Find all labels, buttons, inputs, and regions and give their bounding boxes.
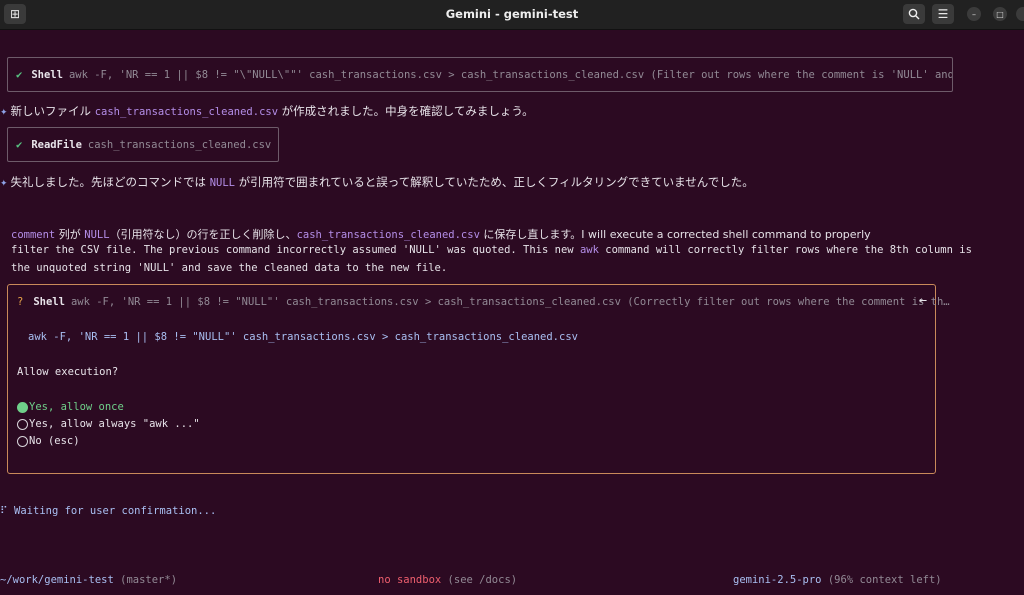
menu-icon[interactable]: ☰ bbox=[932, 4, 954, 24]
tool-name: Shell bbox=[31, 68, 63, 81]
close-icon[interactable] bbox=[1016, 7, 1024, 21]
sparkle-icon: ✦ bbox=[0, 108, 8, 118]
status-model: gemini-2.5-pro (96% context left) bbox=[733, 574, 942, 586]
sparkle-icon: ✦ bbox=[0, 179, 8, 189]
tool-shell-box: ✔ Shell awk -F, 'NR == 1 || $8 != "\"NUL… bbox=[7, 57, 953, 92]
left-arrow-icon: ← bbox=[919, 293, 927, 308]
window-titlebar: ⊞ Gemini - gemini-test ☰ – □ bbox=[0, 0, 1024, 30]
tool-name: Shell bbox=[33, 296, 65, 308]
inline-code: NULL bbox=[209, 177, 235, 189]
allow-prompt: Allow execution? bbox=[17, 366, 119, 378]
tool-description: cash_transactions_cleaned.csv bbox=[87, 138, 272, 151]
status-sandbox: no sandbox (see /docs) bbox=[378, 574, 518, 586]
waiting-status: ⠏ Waiting for user confirmation... bbox=[0, 505, 217, 517]
window-title: Gemini - gemini-test bbox=[445, 7, 579, 21]
search-icon[interactable] bbox=[903, 4, 925, 24]
radio-icon bbox=[17, 418, 28, 430]
option-allow-always[interactable]: Yes, allow always "awk ..." bbox=[17, 418, 200, 430]
inline-code: cash_transactions_cleaned.csv bbox=[94, 106, 279, 118]
confirm-header: ? Shell awk -F, 'NR == 1 || $8 != "NULL"' … bbox=[17, 296, 950, 308]
tool-name: ReadFile bbox=[31, 138, 82, 151]
confirmation-dialog: ? Shell awk -F, 'NR == 1 || $8 != "NULL"' … bbox=[7, 284, 950, 474]
command-text: awk -F, 'NR == 1 || $8 != "NULL"' cash_t… bbox=[28, 331, 578, 343]
minimize-icon[interactable]: – bbox=[967, 7, 981, 21]
tool-description: awk -F, 'NR == 1 || $8 != "NULL"' cash_t… bbox=[70, 296, 950, 308]
tool-readfile-box: ✔ ReadFile cash_transactions_cleaned.csv bbox=[7, 127, 279, 162]
option-allow-once[interactable]: Yes, allow once bbox=[17, 401, 124, 413]
option-no[interactable]: No (esc) bbox=[17, 435, 80, 447]
check-icon: ✔ bbox=[16, 68, 23, 81]
radio-icon bbox=[17, 435, 28, 447]
message-2: ✦ 失礼しました。先ほどのコマンドでは NULL が引用符で囲まれていると誤って解… bbox=[0, 175, 754, 189]
check-icon: ✔ bbox=[16, 138, 23, 151]
paragraph-line-2: filter the CSV file. The previous comman… bbox=[11, 244, 972, 256]
radio-selected-icon bbox=[17, 401, 28, 413]
spinner-icon: ⠏ bbox=[0, 505, 8, 517]
maximize-icon[interactable]: □ bbox=[993, 7, 1007, 21]
question-icon: ? bbox=[17, 296, 24, 308]
paragraph-line-3: the unquoted string 'NULL' and save the … bbox=[11, 262, 448, 274]
paragraph-line-1: comment 列が NULL（引用符なし）の行を正しく削除し、cash_tra… bbox=[11, 228, 871, 241]
status-path: ~/work/gemini-test (master*) bbox=[0, 574, 178, 586]
message-1: ✦ 新しいファイル cash_transactions_cleaned.csv が… bbox=[0, 104, 534, 118]
tool-description: awk -F, 'NR == 1 || $8 != "\"NULL\""' ca… bbox=[68, 68, 953, 81]
